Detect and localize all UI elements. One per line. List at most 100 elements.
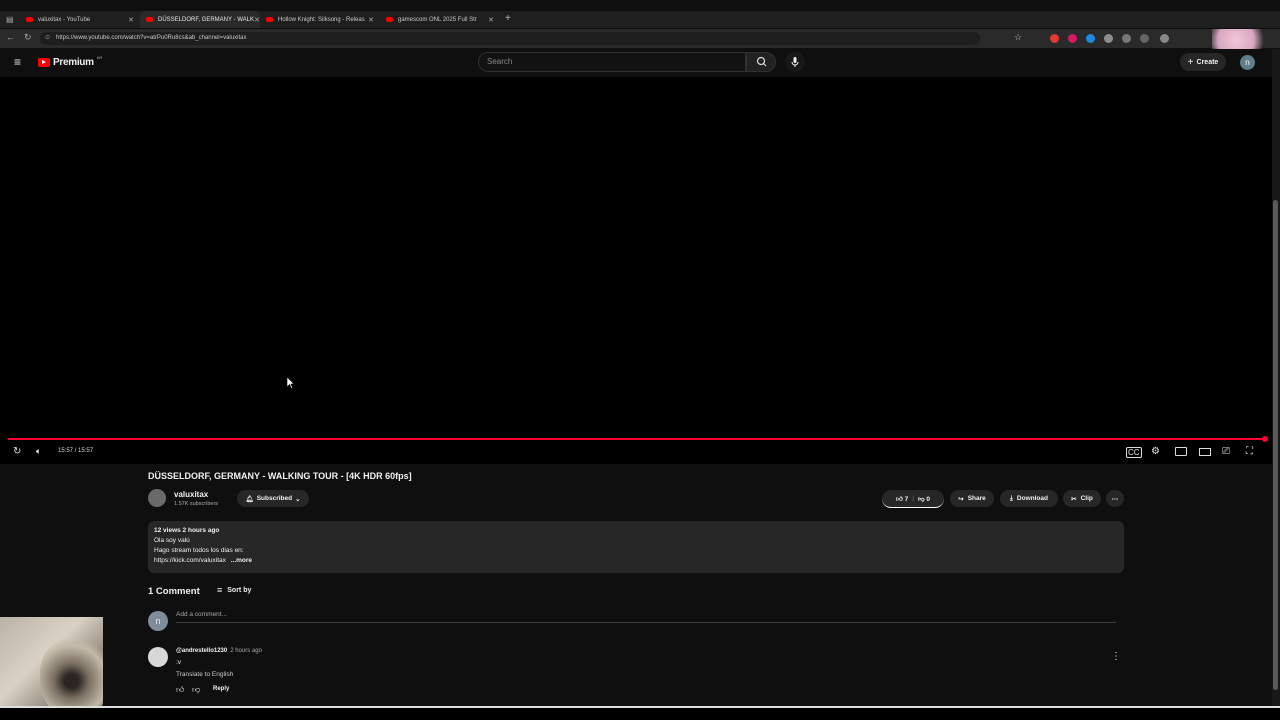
fullscreen-icon[interactable]: ⛶ (1246, 446, 1253, 457)
description-box[interactable] (148, 521, 1124, 573)
browser-tab-bar: ▤ valuxitax - YouTube ✕ DÜSSELDORF, GERM… (0, 11, 1280, 28)
description-link[interactable]: https://kick.com/valuxitax (154, 557, 226, 564)
tab-label: DÜSSELDORF, GERMANY - WALK (158, 16, 255, 23)
time-display: 15:57 / 15:57 (58, 448, 94, 454)
subscriber-count: 1.57K subscribers (174, 501, 219, 507)
search-button[interactable] (746, 52, 776, 72)
miniplayer-icon[interactable] (1175, 447, 1187, 456)
description-line: Ola soy valú (154, 537, 190, 544)
bookmark-star-icon[interactable]: ☆ (1014, 32, 1022, 43)
tab-silksong[interactable]: Hollow Knight: Silksong - Releas ✕ (260, 11, 380, 28)
back-icon[interactable]: ← (6, 32, 15, 42)
extension-icon[interactable] (1140, 34, 1149, 43)
replay-icon[interactable]: ↻ (13, 446, 21, 457)
scrollbar-thumb[interactable] (1273, 200, 1278, 690)
extension-icon[interactable] (1086, 34, 1095, 43)
address-bar-row: ← ↻ ⊙ https://www.youtube.com/watch?v=at… (0, 29, 1280, 57)
extension-icon[interactable] (1068, 34, 1077, 43)
progress-bar[interactable] (8, 438, 1266, 440)
extension-icon[interactable] (1104, 34, 1113, 43)
translate-button[interactable]: Translate to English (176, 671, 233, 678)
new-tab-button[interactable]: + (505, 13, 511, 24)
plus-icon: + (1187, 56, 1194, 68)
tab-list-icon[interactable]: ▤ (6, 15, 14, 24)
create-label: Create (1196, 58, 1219, 66)
chevron-down-icon: ⌄ (295, 495, 301, 503)
subscribed-button[interactable]: 🔔︎ Subscribed ⌄ (237, 490, 309, 507)
url-text: https://www.youtube.com/watch?v=atrPu0Ru… (56, 35, 247, 41)
comment-input-underline (176, 622, 1116, 623)
extension-icon[interactable] (1122, 34, 1131, 43)
my-avatar: n (148, 611, 168, 631)
cast-icon[interactable]: ⎚ (1222, 446, 1230, 457)
account-avatar[interactable]: n (1240, 55, 1255, 70)
mouse-cursor-icon (287, 377, 295, 389)
dislike-button[interactable]: 👎︎ 0 (918, 495, 930, 503)
comment-time[interactable]: 2 hours ago (230, 648, 262, 654)
logo-text: Premium (53, 57, 94, 68)
like-count: 7 (904, 495, 909, 503)
comment-author-avatar[interactable] (148, 647, 168, 667)
channel-avatar[interactable] (148, 489, 166, 507)
volume-icon[interactable]: 🔈︎ (36, 446, 41, 457)
download-button[interactable]: ⤓ Download (1000, 490, 1058, 507)
extensions-puzzle-icon[interactable] (1160, 34, 1169, 43)
youtube-logo[interactable]: Premium AR (38, 55, 103, 68)
comment-menu-icon[interactable]: ⋮ (1111, 651, 1121, 662)
theater-mode-icon[interactable] (1199, 448, 1211, 456)
reload-icon[interactable]: ↻ (24, 32, 32, 43)
video-title: DÜSSELDORF, GERMANY - WALKING TOUR - [4K… (148, 471, 412, 481)
like-dislike-group: 👍︎ 7 | 👎︎ 0 (882, 490, 944, 508)
channel-name[interactable]: valuxitax (174, 490, 208, 499)
more-horizontal-icon: ⋯ (1111, 495, 1119, 503)
comment-dislike-icon[interactable]: 👎︎ (192, 685, 200, 695)
comment-author[interactable]: @andrestello1230 (176, 648, 227, 654)
view-count-date: 12 views 2 hours ago (154, 527, 220, 534)
more-actions-button[interactable]: ⋯ (1106, 490, 1124, 507)
clip-button[interactable]: ✂ Clip (1063, 490, 1101, 507)
close-tab-icon[interactable]: ✕ (488, 16, 494, 24)
sort-icon: ≡ (217, 585, 223, 595)
show-more-button[interactable]: ...more (231, 557, 252, 564)
description-line: Hago stream todos los dias en: (154, 547, 244, 554)
sort-label: Sort by (227, 586, 252, 594)
subscribed-label: Subscribed (256, 495, 293, 502)
captions-icon[interactable]: CC (1126, 447, 1142, 458)
create-button[interactable]: + Create (1180, 53, 1226, 71)
tab-channel[interactable]: valuxitax - YouTube ✕ (20, 11, 140, 28)
close-tab-icon[interactable]: ✕ (368, 16, 374, 24)
scissors-icon: ✂ (1071, 495, 1077, 503)
video-player[interactable] (0, 77, 1272, 464)
comment-header: @andrestello1230 2 hours ago (176, 648, 262, 654)
tab-label: Hollow Knight: Silksong - Releas (278, 16, 365, 23)
add-comment-input[interactable]: Add a comment... (176, 611, 227, 618)
share-button[interactable]: ↪ Share (950, 490, 994, 507)
site-info-icon[interactable]: ⊙ (45, 32, 50, 45)
tab-label: valuxitax - YouTube (38, 16, 91, 23)
extension-icon[interactable] (1050, 34, 1059, 43)
comment-like-icon[interactable]: 👍︎ (176, 685, 184, 695)
youtube-favicon-icon (386, 17, 393, 22)
settings-gear-icon[interactable]: ⚙ (1151, 446, 1160, 457)
reply-button[interactable]: Reply (213, 686, 229, 692)
voice-search-button[interactable] (785, 52, 805, 72)
youtube-favicon-icon (266, 17, 273, 22)
progress-scrubber[interactable] (1262, 436, 1268, 442)
like-button[interactable]: 👍︎ 7 (896, 495, 908, 503)
tab-current-video[interactable]: DÜSSELDORF, GERMANY - WALK ✕ (140, 11, 260, 28)
url-field[interactable]: ⊙ https://www.youtube.com/watch?v=atrPu0… (40, 32, 980, 45)
webcam-overlay (0, 617, 103, 720)
bottom-bar (0, 706, 1280, 720)
tab-label: gamescom ONL 2025 Full Str (398, 16, 477, 23)
menu-icon[interactable]: ≡ (14, 55, 21, 69)
cat-face (40, 637, 103, 717)
sort-by-button[interactable]: ≡ Sort by (217, 585, 251, 595)
close-tab-icon[interactable]: ✕ (128, 16, 134, 24)
share-icon: ↪ (958, 495, 964, 503)
region-badge: AR (96, 55, 103, 60)
bottom-divider (0, 706, 1280, 708)
tab-gamescom[interactable]: gamescom ONL 2025 Full Str ✕ (380, 11, 500, 28)
youtube-favicon-icon (146, 17, 153, 22)
search-input[interactable]: Search (478, 52, 746, 72)
dislike-count: 0 (926, 495, 931, 503)
